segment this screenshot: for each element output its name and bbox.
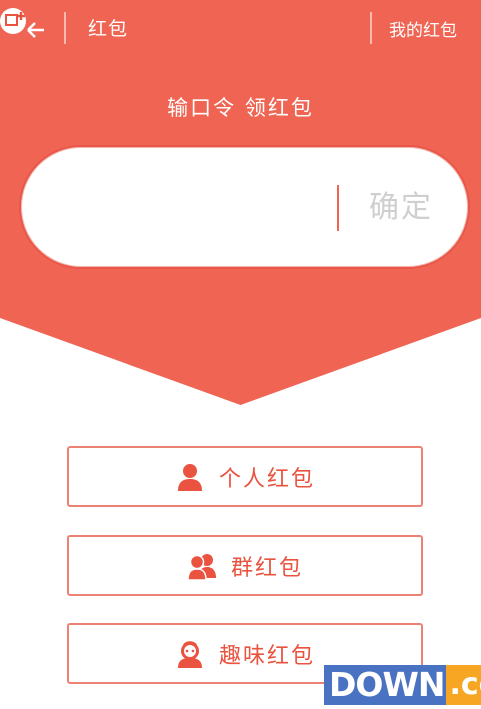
back-icon[interactable] — [0, 2, 48, 42]
input-divider — [337, 185, 339, 231]
group-red-packet-button[interactable]: 群红包 — [67, 535, 423, 596]
header-divider — [64, 12, 66, 44]
option-label: 群红包 — [230, 555, 303, 581]
watermark-logo: DOWN .cc — [324, 665, 481, 705]
top-bar: 红包 我的红包 — [0, 0, 481, 54]
password-input[interactable] — [55, 177, 345, 241]
red-packet-screen: 红包 我的红包 输口令 领红包 确定 个人红包 群红包 趣味红包 DOWN .c — [0, 0, 481, 709]
my-red-packets-link[interactable]: 我的红包 — [389, 16, 457, 41]
person-icon — [177, 463, 202, 491]
group-icon — [187, 553, 216, 581]
page-title: 红包 — [88, 18, 129, 40]
option-label: 趣味红包 — [218, 643, 315, 669]
confirm-button[interactable]: 确定 — [356, 185, 446, 231]
option-label: 个人红包 — [218, 466, 315, 492]
subtitle: 输口令 领红包 — [167, 96, 314, 120]
password-input-box: 确定 — [19, 145, 470, 269]
watermark-domain: .cc — [446, 665, 481, 705]
watermark-text: DOWN — [324, 665, 447, 705]
fun-face-icon — [177, 640, 202, 668]
personal-red-packet-button[interactable]: 个人红包 — [67, 446, 423, 507]
header-divider — [370, 12, 372, 44]
